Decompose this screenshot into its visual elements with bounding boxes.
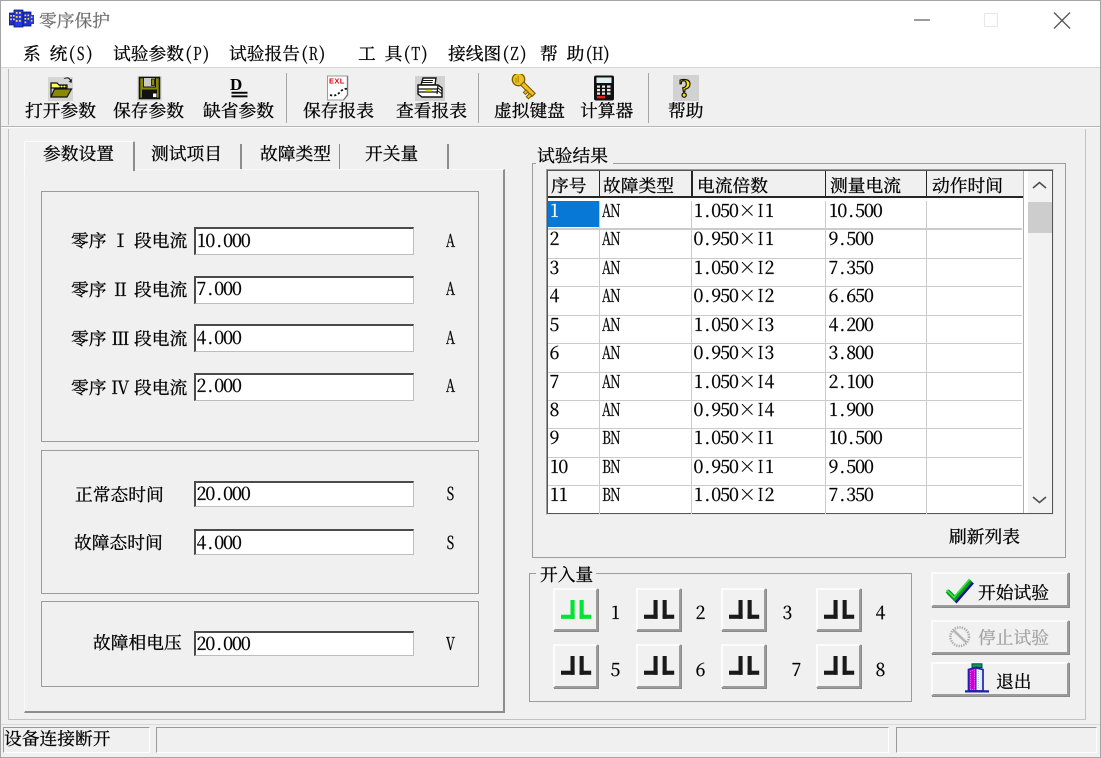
svg-text:EXL: EXL	[329, 77, 345, 86]
svg-text:?: ?	[679, 75, 692, 101]
